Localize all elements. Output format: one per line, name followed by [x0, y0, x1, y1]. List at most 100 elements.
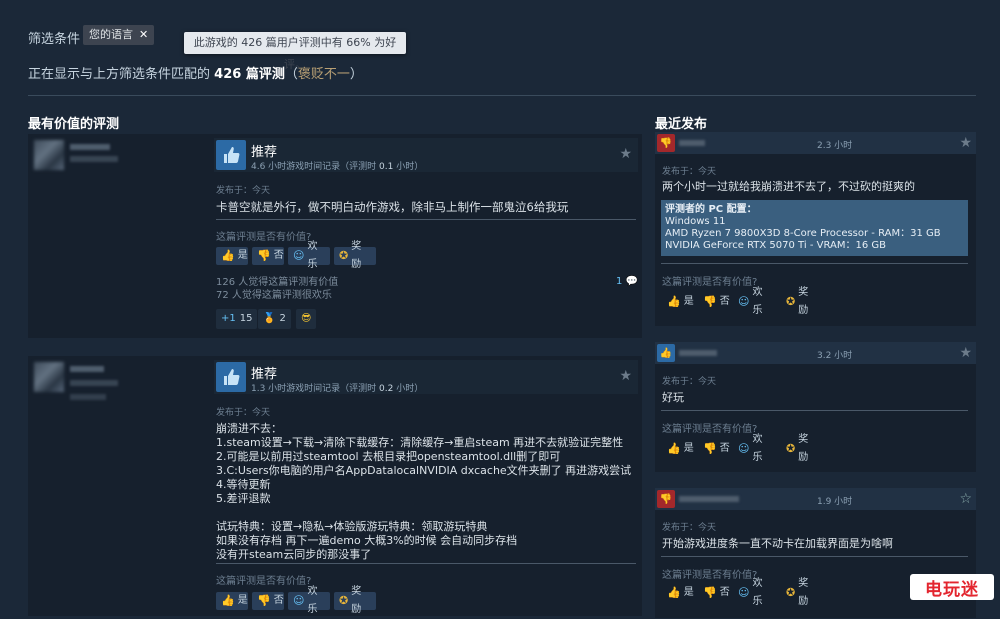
recommendation-header[interactable]: 推荐 4.6 小时游戏时间记录（评测时 0.1 小时） ★ — [214, 138, 638, 172]
vote-no-button[interactable]: 👎 否 — [698, 293, 730, 311]
vote-no-button[interactable]: 👎 否 — [252, 592, 284, 610]
recent-review-header[interactable]: 👍 3.2 小时 ★ — [655, 342, 976, 364]
reviewer-name[interactable] — [70, 144, 110, 150]
vote-funny-button[interactable]: ☺ 欢乐 — [733, 434, 775, 463]
thumbs-down-icon: 👎 — [657, 134, 675, 152]
review-body: 卡普空就是外行，做不明白动作游戏，除非马上制作一部鬼泣6给我玩 — [216, 200, 569, 214]
vote-yes-button[interactable]: 👍 是 — [216, 592, 248, 610]
vote-funny-button[interactable]: ☺ 欢乐 — [288, 586, 330, 615]
smiley-icon: ☺ — [738, 586, 750, 599]
body-line: 没有开steam云同步的那没事了 — [216, 548, 372, 561]
reviewer-name[interactable] — [679, 350, 717, 356]
reviewer-name[interactable] — [679, 496, 739, 502]
body-line: 试玩特典：设置→隐私→体验版游玩特典：领取游玩特典 — [216, 520, 488, 533]
helpful-question: 这篇评测是否有价值? — [216, 576, 312, 587]
award-button[interactable]: ✪ 奖励 — [781, 434, 823, 463]
vote-yes-label: 是 — [683, 296, 694, 307]
vote-no-button[interactable]: 👎 否 — [698, 440, 730, 458]
body-line: 3.C:Users你电脑的用户名AppDatalocalNVIDIA dxcac… — [216, 464, 632, 477]
star-outline-icon[interactable]: ☆ — [959, 491, 972, 507]
recent-review-header[interactable]: 👎 2.3 小时 ★ — [655, 132, 976, 154]
pc-spec-line: AMD Ryzen 7 9800X3D 8-Core Processor - R… — [665, 228, 941, 239]
award-button[interactable]: ✪ 奖励 — [781, 578, 823, 607]
comments-link[interactable]: 1 💬 — [616, 276, 638, 287]
vote-no-button[interactable]: 👎 否 — [698, 584, 730, 602]
vote-no-button[interactable]: 👎 否 — [252, 247, 284, 265]
vote-yes-button[interactable]: 👍 是 — [662, 584, 694, 602]
helpful-question: 这篇评测是否有价值? — [216, 232, 312, 243]
vote-funny-label: 欢乐 — [752, 434, 763, 463]
vote-funny-button[interactable]: ☺ 欢乐 — [733, 287, 775, 316]
star-icon[interactable]: ★ — [619, 146, 632, 162]
vote-yes-label: 是 — [683, 443, 694, 454]
plus-one-icon: +1 — [221, 313, 236, 324]
helpful-question: 这篇评测是否有价值? — [662, 424, 758, 435]
reaction-count: 2 — [279, 313, 286, 324]
body-line: 2.可能是以前用过steamtool 去根目录把opensteamtool.dl… — [216, 450, 561, 463]
separator — [661, 410, 968, 411]
playtime: 2.3 小时 — [817, 141, 853, 151]
playtime-at-review: 0.1 — [379, 162, 394, 172]
playtime: 1.9 小时 — [817, 497, 853, 507]
award-button[interactable]: ✪ 奖励 — [781, 287, 823, 316]
close-icon[interactable]: ✕ — [139, 28, 148, 41]
posted-date: 发布于：今天 — [662, 167, 717, 177]
vote-no-label: 否 — [719, 443, 730, 454]
reviewer-reviews — [70, 394, 106, 400]
thumbs-up-icon: 👍 — [667, 442, 681, 455]
reaction-count: 15 — [239, 313, 253, 324]
star-icon[interactable]: ★ — [959, 345, 972, 361]
smiley-icon: ☺ — [293, 594, 305, 607]
vote-yes-button[interactable]: 👍 是 — [216, 247, 248, 265]
body-line: 崩溃进不去： — [216, 422, 282, 435]
review-body: 开始游戏进度条一直不动卡在加载界面是为啥啊 — [662, 537, 893, 550]
reaction-medal[interactable]: 🏅 2 — [258, 309, 291, 329]
star-icon[interactable]: ★ — [619, 368, 632, 384]
vote-yes-button[interactable]: 👍 是 — [662, 440, 694, 458]
playtime-suffix: 小时） — [393, 162, 424, 172]
thumbs-up-icon: 👍 — [667, 586, 681, 599]
helpful-question: 这篇评测是否有价值? — [662, 570, 758, 581]
medal-icon: 🏅 — [263, 313, 276, 324]
vote-no-label: 否 — [273, 250, 284, 261]
recent-review-header[interactable]: 👎 1.9 小时 ☆ — [655, 488, 976, 510]
award-icon: ✪ — [786, 442, 796, 455]
thumbs-up-icon — [216, 362, 246, 392]
vote-yes-label: 是 — [237, 250, 248, 261]
most-helpful-title: 最有价值的评测 — [28, 117, 120, 132]
vote-funny-button[interactable]: ☺ 欢乐 — [733, 578, 775, 607]
pc-spec-line: NVIDIA GeForce RTX 5070 Ti - VRAM：16 GB — [665, 240, 886, 251]
vote-funny-label: 欢乐 — [752, 287, 763, 316]
thumbs-up-icon: 👍 — [657, 344, 675, 362]
reaction-plus-one[interactable]: +1 15 — [216, 309, 258, 329]
avatar[interactable] — [34, 362, 64, 392]
filter-chip-label: 您的语言 — [89, 28, 133, 41]
language-filter-chip[interactable]: 您的语言 ✕ — [83, 25, 155, 45]
vote-yes-button[interactable]: 👍 是 — [662, 293, 694, 311]
vote-yes-label: 是 — [237, 595, 248, 606]
reaction-emoji[interactable]: 😎 — [296, 309, 317, 329]
avatar[interactable] — [34, 140, 64, 170]
divider — [28, 95, 976, 96]
award-icon: ✪ — [339, 249, 349, 262]
comments-count: 1 — [616, 276, 623, 287]
pc-spec-title: 评测者的 PC 配置： — [665, 204, 757, 215]
reviewer-name[interactable] — [70, 366, 104, 372]
summary-verdict[interactable]: 褒贬不一 — [298, 67, 350, 82]
comment-icon: 💬 — [625, 276, 639, 287]
funny-count: 72 人觉得这篇评测很欢乐 — [216, 290, 332, 301]
recommend-label: 推荐 — [251, 367, 278, 382]
award-button[interactable]: ✪ 奖励 — [334, 586, 376, 615]
thumbs-up-icon: 👍 — [221, 594, 235, 607]
recommendation-header[interactable]: 推荐 1.3 小时游戏时间记录（评测时 0.2 小时） ★ — [214, 360, 638, 394]
playtime-text: 4.6 小时游戏时间记录（评测时 — [251, 162, 380, 172]
body-line: 4.等待更新 — [216, 478, 271, 491]
vote-funny-button[interactable]: ☺ 欢乐 — [288, 241, 330, 270]
award-button[interactable]: ✪ 奖励 — [334, 241, 376, 270]
thumbs-down-icon: 👎 — [257, 594, 271, 607]
reviewer-name[interactable] — [679, 140, 705, 146]
recent-review-card: 👎 2.3 小时 ★ 发布于：今天 两个小时一过就给我崩溃进不去了，不过砍的挺爽… — [655, 132, 976, 326]
star-icon[interactable]: ★ — [959, 135, 972, 151]
reviewer-products — [70, 156, 118, 162]
